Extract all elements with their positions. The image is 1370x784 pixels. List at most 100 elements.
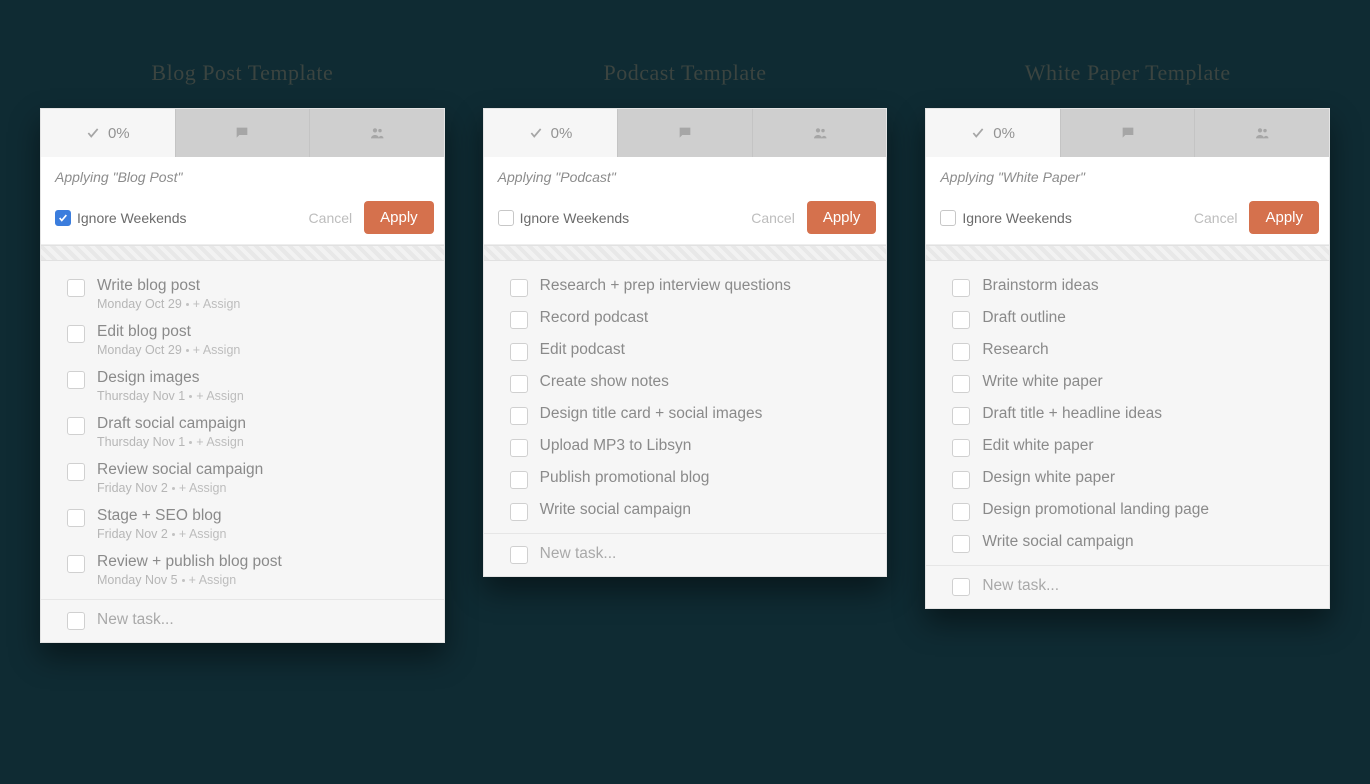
task-row[interactable]: Brainstorm ideas: [926, 271, 1329, 303]
task-text: Design title card + social images: [540, 405, 763, 423]
task-checkbox[interactable]: [952, 343, 970, 361]
ignore-weekends-checkbox[interactable]: [940, 210, 956, 226]
task-row[interactable]: Design title card + social images: [484, 399, 887, 431]
task-text: Edit blog postMonday Oct 29+ Assign: [97, 323, 240, 357]
task-checkbox[interactable]: [510, 439, 528, 457]
task-text: Edit podcast: [540, 341, 625, 359]
tab-people[interactable]: [1195, 109, 1329, 157]
task-checkbox[interactable]: [952, 407, 970, 425]
assign-link[interactable]: + Assign: [196, 435, 244, 449]
task-row[interactable]: Edit podcast: [484, 335, 887, 367]
task-row[interactable]: Review + publish blog postMonday Nov 5+ …: [41, 547, 444, 593]
task-checkbox[interactable]: [952, 578, 970, 596]
tab-progress[interactable]: 0%: [484, 109, 619, 157]
apply-button[interactable]: Apply: [1249, 201, 1319, 234]
task-row[interactable]: Design imagesThursday Nov 1+ Assign: [41, 363, 444, 409]
task-checkbox[interactable]: [510, 279, 528, 297]
assign-link[interactable]: + Assign: [196, 389, 244, 403]
task-checkbox[interactable]: [67, 509, 85, 527]
task-text: Draft outline: [982, 309, 1066, 327]
task-row[interactable]: Publish promotional blog: [484, 463, 887, 495]
task-text: Stage + SEO blogFriday Nov 2+ Assign: [97, 507, 226, 541]
task-title: Design images: [97, 369, 244, 387]
task-checkbox[interactable]: [952, 503, 970, 521]
task-checkbox[interactable]: [952, 279, 970, 297]
task-checkbox[interactable]: [952, 439, 970, 457]
ignore-weekends-wrap: Ignore Weekends: [498, 210, 744, 226]
applying-text: Applying "Podcast": [484, 157, 887, 195]
task-text: Review + publish blog postMonday Nov 5+ …: [97, 553, 282, 587]
cancel-button[interactable]: Cancel: [751, 210, 795, 226]
task-text: Draft social campaignThursday Nov 1+ Ass…: [97, 415, 246, 449]
task-checkbox[interactable]: [510, 375, 528, 393]
ignore-weekends-checkbox[interactable]: [498, 210, 514, 226]
tab-comments[interactable]: [176, 109, 311, 157]
task-row[interactable]: Stage + SEO blogFriday Nov 2+ Assign: [41, 501, 444, 547]
assign-link[interactable]: + Assign: [189, 573, 237, 587]
task-row[interactable]: Review social campaignFriday Nov 2+ Assi…: [41, 455, 444, 501]
assign-link[interactable]: + Assign: [193, 297, 241, 311]
task-row[interactable]: Edit white paper: [926, 431, 1329, 463]
task-checkbox[interactable]: [952, 535, 970, 553]
tab-people[interactable]: [310, 109, 444, 157]
ignore-weekends-checkbox[interactable]: [55, 210, 71, 226]
task-title: Write social campaign: [982, 533, 1133, 551]
new-task-row[interactable]: New task...: [484, 533, 887, 576]
assign-link[interactable]: + Assign: [193, 343, 241, 357]
task-row[interactable]: Record podcast: [484, 303, 887, 335]
task-checkbox[interactable]: [67, 612, 85, 630]
task-row[interactable]: Draft title + headline ideas: [926, 399, 1329, 431]
cancel-button[interactable]: Cancel: [1194, 210, 1238, 226]
task-checkbox[interactable]: [510, 407, 528, 425]
task-row[interactable]: Design promotional landing page: [926, 495, 1329, 527]
panel: 0%Applying "White Paper"Ignore WeekendsC…: [925, 108, 1330, 609]
task-row[interactable]: Draft outline: [926, 303, 1329, 335]
task-text: Publish promotional blog: [540, 469, 710, 487]
tabs: 0%: [41, 109, 444, 157]
ignore-weekends-wrap: Ignore Weekends: [940, 210, 1186, 226]
tab-progress[interactable]: 0%: [41, 109, 176, 157]
task-row[interactable]: Write social campaign: [926, 527, 1329, 559]
task-title: Upload MP3 to Libsyn: [540, 437, 692, 455]
template-panel: Blog Post Template 0%Applying "Blog Post…: [40, 60, 445, 643]
task-checkbox[interactable]: [510, 471, 528, 489]
task-row[interactable]: Draft social campaignThursday Nov 1+ Ass…: [41, 409, 444, 455]
task-row[interactable]: Create show notes: [484, 367, 887, 399]
task-checkbox[interactable]: [952, 311, 970, 329]
new-task-row[interactable]: New task...: [41, 599, 444, 642]
task-row[interactable]: Write blog postMonday Oct 29+ Assign: [41, 271, 444, 317]
task-checkbox[interactable]: [67, 555, 85, 573]
task-row[interactable]: Write social campaign: [484, 495, 887, 527]
task-row[interactable]: Write white paper: [926, 367, 1329, 399]
task-checkbox[interactable]: [510, 546, 528, 564]
task-row[interactable]: Research + prep interview questions: [484, 271, 887, 303]
tab-progress[interactable]: 0%: [926, 109, 1061, 157]
task-row[interactable]: Upload MP3 to Libsyn: [484, 431, 887, 463]
task-row[interactable]: Edit blog postMonday Oct 29+ Assign: [41, 317, 444, 363]
task-checkbox[interactable]: [510, 311, 528, 329]
task-title: Design title card + social images: [540, 405, 763, 423]
task-row[interactable]: Research: [926, 335, 1329, 367]
task-text: Upload MP3 to Libsyn: [540, 437, 692, 455]
tab-comments[interactable]: [618, 109, 753, 157]
check-icon: [529, 126, 543, 140]
task-row[interactable]: Design white paper: [926, 463, 1329, 495]
apply-button[interactable]: Apply: [364, 201, 434, 234]
cancel-button[interactable]: Cancel: [309, 210, 353, 226]
task-checkbox[interactable]: [510, 343, 528, 361]
task-checkbox[interactable]: [952, 375, 970, 393]
tab-people[interactable]: [753, 109, 887, 157]
task-checkbox[interactable]: [510, 503, 528, 521]
tab-comments[interactable]: [1061, 109, 1196, 157]
task-checkbox[interactable]: [67, 325, 85, 343]
task-checkbox[interactable]: [67, 463, 85, 481]
assign-link[interactable]: + Assign: [179, 527, 227, 541]
task-title: Edit white paper: [982, 437, 1093, 455]
assign-link[interactable]: + Assign: [179, 481, 227, 495]
task-checkbox[interactable]: [67, 371, 85, 389]
task-checkbox[interactable]: [67, 417, 85, 435]
task-checkbox[interactable]: [67, 279, 85, 297]
apply-button[interactable]: Apply: [807, 201, 877, 234]
task-checkbox[interactable]: [952, 471, 970, 489]
new-task-row[interactable]: New task...: [926, 565, 1329, 608]
